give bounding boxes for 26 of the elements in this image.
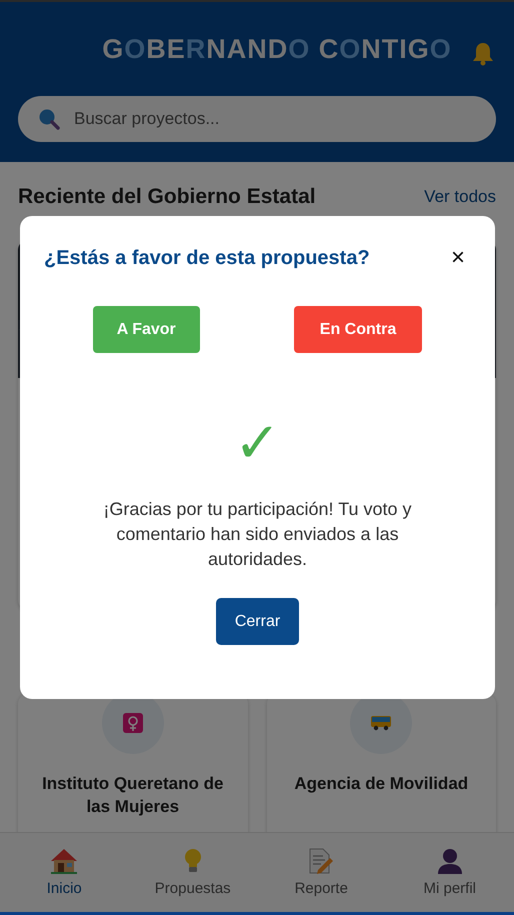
nav-tab[interactable]: Inicio [0,833,128,912]
house-icon [50,848,78,874]
checkmark: ✓ [234,413,281,473]
close-button[interactable]: × [444,244,471,272]
agency-name: Instituto Queretano de las Mujeres [41,773,224,818]
see-all-link[interactable]: Ver todos [424,187,496,207]
dialog-title: ¿Estás a favor de esta propuesta? [44,246,370,270]
document-pencil-icon [308,848,334,874]
close-dialog-button[interactable]: Cerrar [216,598,300,645]
person-icon [438,848,462,874]
section-title: Reciente del Gobierno Estatal [18,185,316,209]
bell-icon[interactable] [472,42,494,66]
bus-icon [370,715,392,731]
nav-tab[interactable]: Mi perfil [386,833,514,912]
agency-card[interactable]: Agencia de Movilidad [266,694,496,832]
in-favor-button[interactable]: A Favor [92,306,200,353]
search-icon [38,108,60,130]
agency-name: Agencia de Movilidad [294,773,468,795]
lightbulb-icon [182,848,203,874]
search-field[interactable]: Buscar proyectos... [18,96,496,142]
nav-tab[interactable]: Propuestas [128,833,257,912]
agency-card[interactable]: Instituto Queretano de las Mujeres [18,694,248,832]
nav-tab[interactable]: Reporte [257,833,386,912]
against-button[interactable]: En Contra [294,306,422,353]
thanks-message: ¡Gracias por tu participación! Tu voto y comentario han sido enviados a las autoridades. [102,498,413,571]
female-symbol-icon [122,713,143,733]
